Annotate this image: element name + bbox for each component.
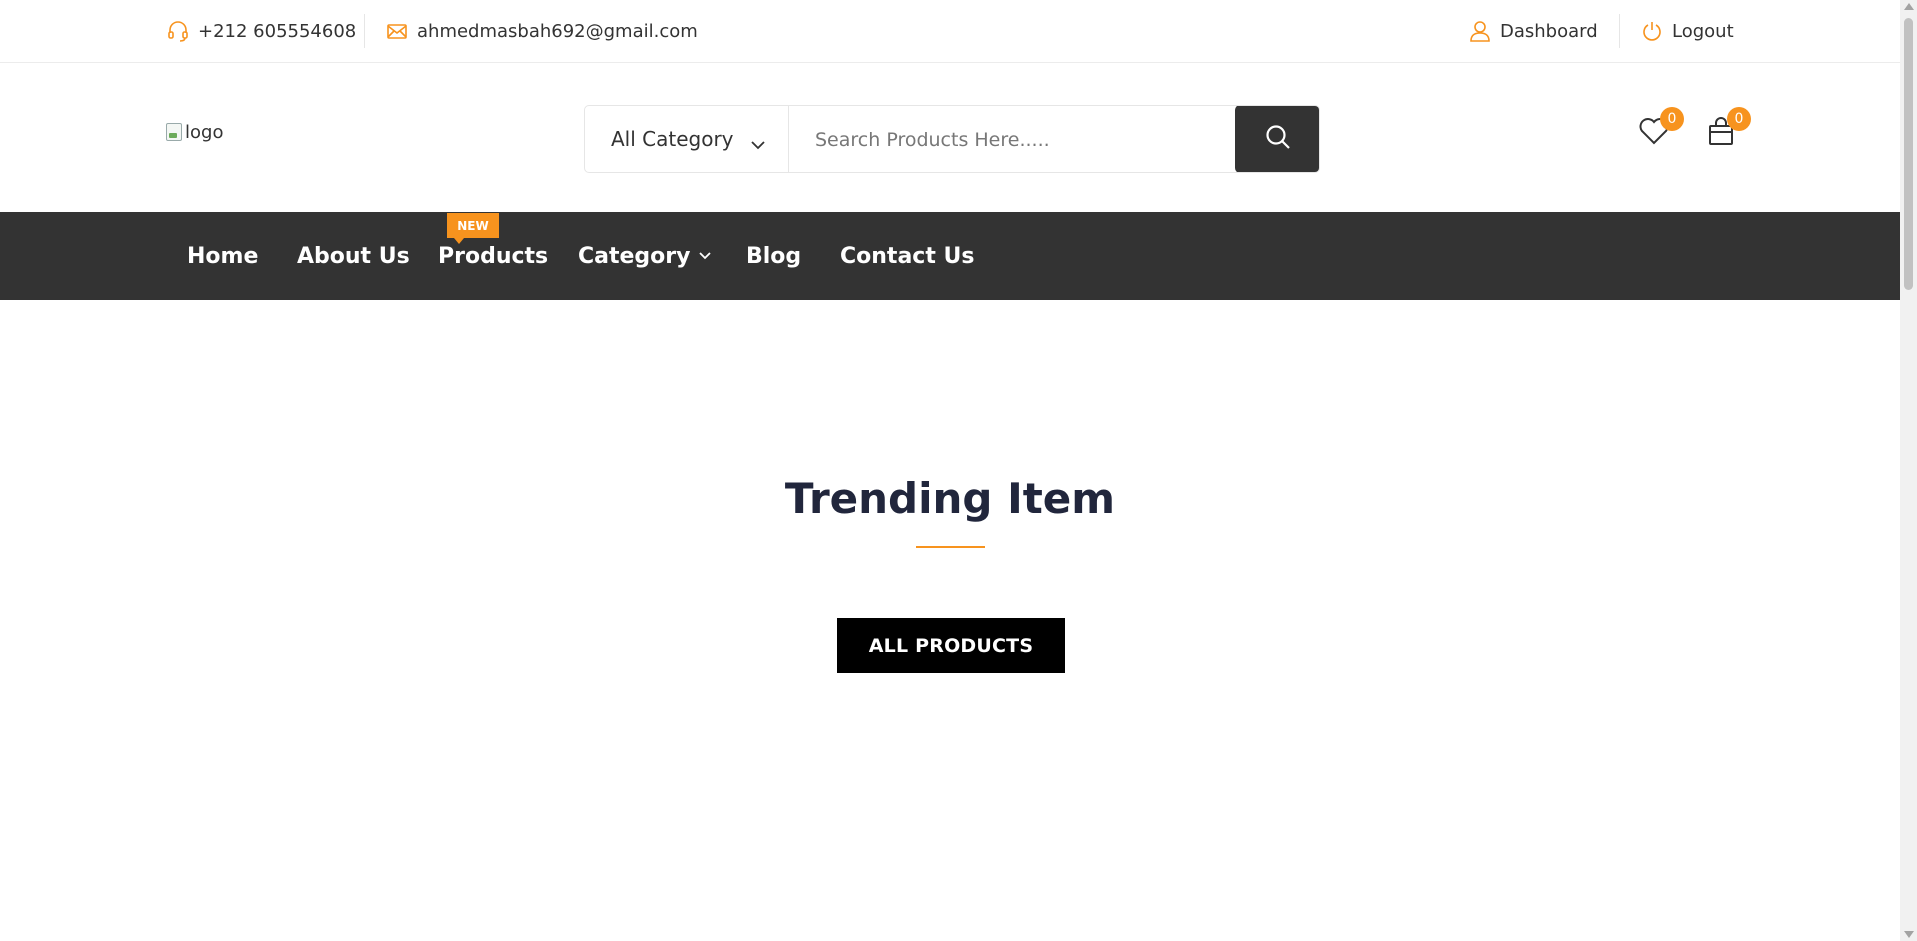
scrollbar-thumb[interactable] (1904, 18, 1913, 290)
logout-link[interactable]: Logout (1640, 19, 1734, 43)
nav-item-products[interactable]: Products (438, 242, 548, 270)
user-icon (1468, 19, 1492, 43)
top-bar: +212 605554608 ahmedmasbah692@gmail.com … (0, 0, 1900, 63)
page: +212 605554608 ahmedmasbah692@gmail.com … (0, 0, 1900, 941)
category-select[interactable]: All Category (585, 106, 789, 172)
phone-contact[interactable]: +212 605554608 (166, 19, 356, 43)
cart-button[interactable]: 0 (1701, 107, 1751, 153)
scroll-down-arrow-icon[interactable] (1904, 931, 1914, 938)
wishlist-count-badge: 0 (1660, 107, 1684, 131)
search-bar: All Category (584, 105, 1320, 173)
new-badge: NEW (447, 213, 499, 244)
nav-item-category[interactable]: Category (578, 242, 712, 270)
email-address: ahmedmasbah692@gmail.com (417, 20, 698, 42)
search-button[interactable] (1235, 106, 1319, 172)
scrollbar[interactable] (1900, 0, 1917, 941)
logout-label: Logout (1672, 20, 1734, 42)
header: logo All Category Search Products Here..… (0, 63, 1900, 211)
chevron-down-icon (750, 132, 766, 156)
all-products-button[interactable]: ALL PRODUCTS (837, 618, 1065, 673)
envelope-icon (385, 19, 409, 43)
email-contact[interactable]: ahmedmasbah692@gmail.com (385, 19, 698, 43)
nav-item-home[interactable]: Home (187, 242, 258, 270)
nav-item-about-us[interactable]: About Us (297, 242, 410, 270)
category-select-value: All Category (611, 127, 734, 151)
power-icon (1640, 19, 1664, 43)
wishlist-button[interactable]: 0 (1634, 107, 1684, 153)
phone-number: +212 605554608 (198, 20, 357, 42)
title-underline (916, 546, 985, 548)
logo-alt-text: logo (185, 121, 224, 143)
search-icon (1264, 123, 1292, 155)
nav-item-blog[interactable]: Blog (746, 242, 801, 270)
logo[interactable]: logo (166, 117, 266, 147)
headset-icon (166, 19, 190, 43)
dashboard-link[interactable]: Dashboard (1468, 19, 1598, 43)
nav-item-contact-us[interactable]: Contact Us (840, 242, 974, 270)
nav-item-category-label: Category (578, 243, 691, 269)
main-nav: Home About Us Products Category Blog Con… (0, 212, 1900, 300)
chevron-down-icon (698, 251, 712, 261)
divider (1619, 14, 1620, 48)
cart-count-badge: 0 (1727, 107, 1751, 131)
search-input[interactable] (789, 106, 1235, 172)
divider (364, 14, 365, 48)
scroll-up-arrow-icon[interactable] (1904, 3, 1914, 10)
broken-image-icon (166, 123, 182, 141)
section-title: Trending Item (784, 474, 1116, 523)
dashboard-label: Dashboard (1500, 20, 1598, 42)
